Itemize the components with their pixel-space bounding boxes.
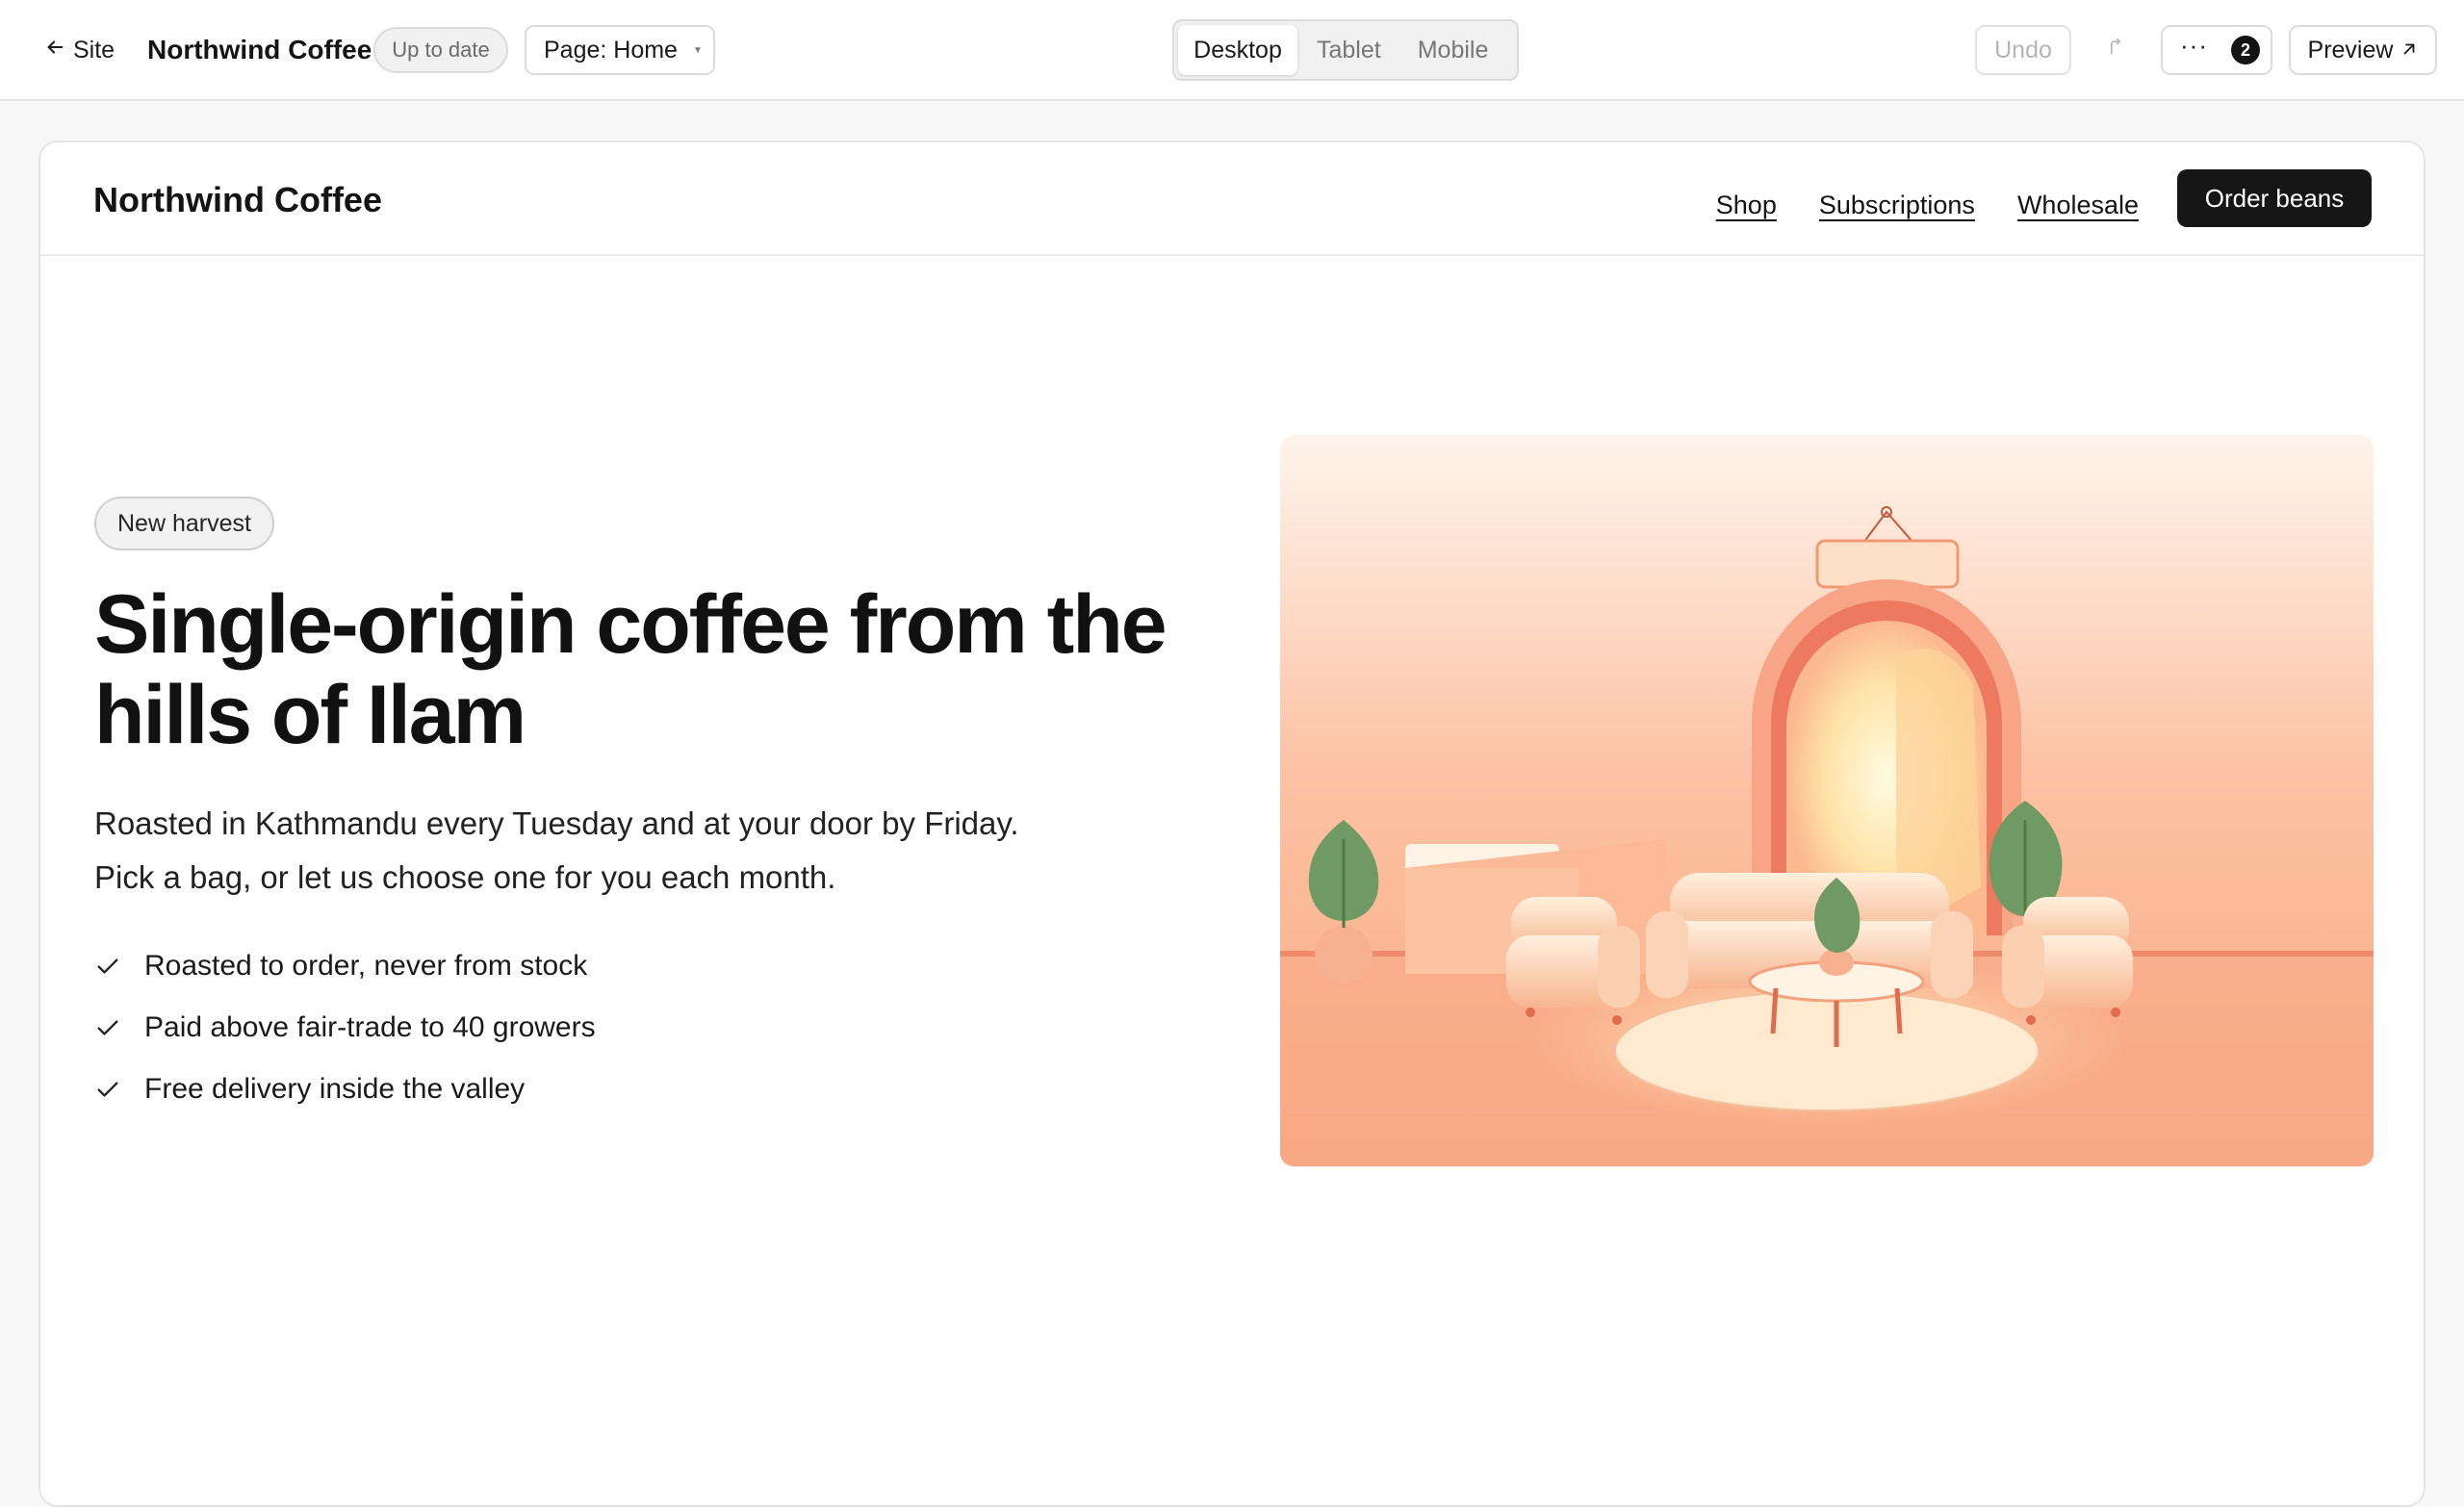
preview-button[interactable]: Preview [2289, 25, 2437, 75]
redo-button[interactable] [2101, 35, 2130, 64]
notification-count-badge: 2 [2230, 36, 2260, 64]
list-item: Roasted to order, never from stock [94, 935, 596, 997]
checkmark-icon [94, 1076, 121, 1103]
device-desktop-tab[interactable]: Desktop [1178, 25, 1297, 75]
undo-button[interactable]: Undo [1975, 25, 2071, 75]
checkmark-icon [94, 953, 121, 980]
status-badge: Up to date [373, 27, 508, 73]
nav-link-wholesale[interactable]: Wholesale [2017, 191, 2139, 220]
hero-subtitle: Roasted in Kathmandu every Tuesday and a… [94, 805, 1019, 895]
list-item: Free delivery inside the valley [94, 1059, 596, 1120]
page-select-value: Page: Home [544, 36, 678, 64]
device-tablet-tab[interactable]: Tablet [1299, 25, 1399, 75]
more-options-button[interactable]: ··· 2 [2161, 25, 2272, 75]
chevron-down-icon: ▼ [692, 44, 703, 56]
arrow-left-icon [44, 37, 65, 64]
site-nav: Shop Subscriptions Wholesale [1716, 181, 2139, 229]
page-canvas: Northwind Coffee Shop Subscriptions Whol… [38, 140, 2426, 1507]
new-harvest-badge: New harvest [94, 497, 274, 550]
checkmark-icon [94, 1014, 121, 1041]
site-name: Northwind Coffee [147, 35, 372, 64]
ellipsis-icon: ··· [2180, 31, 2208, 60]
feature-text: Roasted to order, never from stock [144, 950, 588, 982]
back-label: Site [73, 36, 116, 64]
nav-link-shop[interactable]: Shop [1716, 191, 1777, 220]
feature-text: Free delivery inside the valley [144, 1073, 526, 1105]
site-logo[interactable]: Northwind Coffee [93, 176, 382, 224]
device-switcher: Desktop Tablet Mobile [1172, 19, 1519, 81]
page-select[interactable]: Page: Home ▼ [525, 25, 715, 75]
order-beans-button[interactable]: Order beans [2177, 169, 2372, 227]
device-mobile-tab[interactable]: Mobile [1400, 25, 1506, 75]
preview-label: Preview [2307, 36, 2394, 64]
lounge-illustration-icon [1280, 435, 2374, 1166]
back-to-site-button[interactable]: Site [44, 31, 115, 69]
site-header: Northwind Coffee Shop Subscriptions Whol… [40, 142, 2424, 256]
feature-text: Paid above fair-trade to 40 growers [144, 1011, 596, 1043]
arrow-up-right-icon [2400, 37, 2418, 64]
redo-icon [2106, 38, 2125, 62]
hero-title: Single-origin coffee from the hills of I… [94, 578, 1168, 761]
list-item: Paid above fair-trade to 40 growers [94, 997, 596, 1059]
feature-list: Roasted to order, never from stock Paid … [94, 935, 596, 1120]
editor-toolbar: Site Northwind Coffee Up to date Page: H… [0, 0, 2464, 101]
hero-image[interactable] [1280, 435, 2374, 1166]
nav-link-subscriptions[interactable]: Subscriptions [1819, 191, 1975, 220]
